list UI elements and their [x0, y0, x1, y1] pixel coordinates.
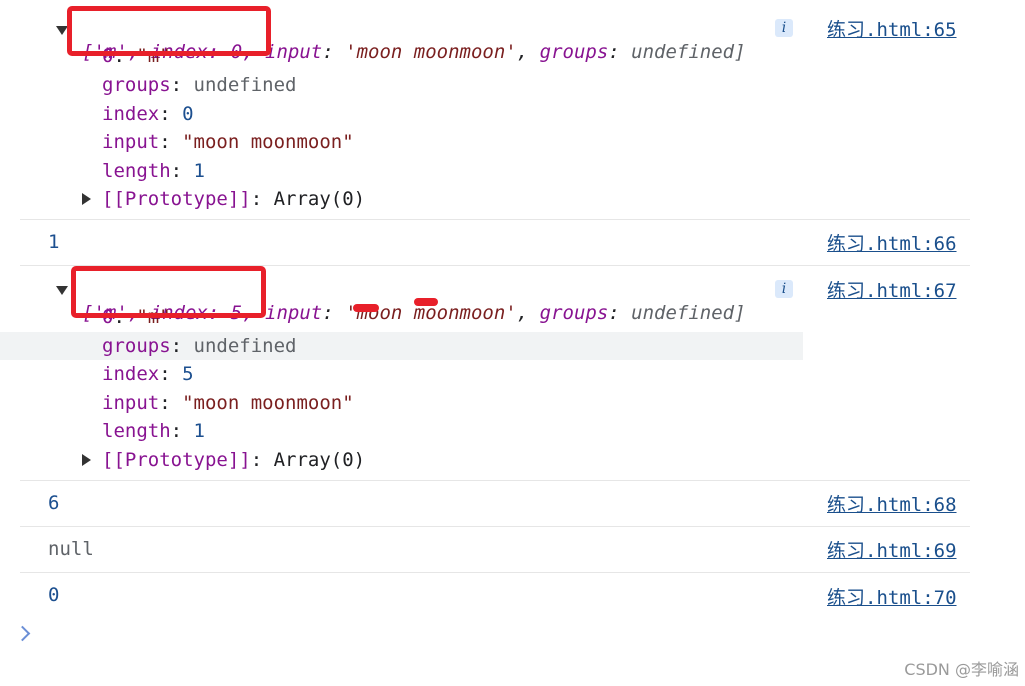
prop-key: index: [102, 103, 160, 125]
prop-row: index: 5: [102, 363, 194, 385]
prop-key: groups: [102, 335, 171, 357]
source-link[interactable]: 练习.html:66: [827, 232, 957, 256]
divider: [20, 526, 970, 527]
prop-row: length: 1: [102, 420, 205, 442]
prop-key: groups: [102, 74, 171, 96]
annotation-box: [71, 266, 266, 318]
prop-key: length: [102, 420, 171, 442]
annotation-underline: [353, 304, 379, 312]
summary-groups-value: undefined]: [631, 41, 746, 63]
prop-row: groups: undefined: [102, 335, 297, 357]
prop-key: length: [102, 160, 171, 182]
prop-row: input: "moon moonmoon": [102, 392, 354, 414]
log-value: 1: [48, 231, 60, 253]
summary-groups-key: groups: [539, 302, 609, 324]
divider: [20, 219, 970, 220]
info-icon[interactable]: i: [775, 280, 793, 298]
annotation-underline: [414, 298, 438, 306]
prop-key: input: [102, 131, 160, 153]
prop-key: input: [102, 392, 160, 414]
prop-value: 1: [193, 160, 205, 182]
summary-input-value: 'moon moonmoon': [345, 41, 517, 63]
watermark: CSDN @李喻涵: [904, 660, 1019, 679]
summary-input-key: input: [265, 41, 323, 63]
prop-value: 1: [193, 420, 205, 442]
source-link[interactable]: 练习.html:70: [827, 586, 957, 610]
expand-triangle-icon[interactable]: [82, 454, 91, 466]
prop-value: undefined: [193, 335, 297, 357]
log-value: 0: [48, 584, 60, 606]
prop-value: "moon moonmoon": [182, 392, 354, 414]
prototype-row[interactable]: [[Prototype]]: Array(0): [102, 448, 365, 472]
source-link[interactable]: 练习.html:65: [827, 18, 957, 42]
expand-triangle-icon[interactable]: [56, 286, 68, 295]
prop-row: groups: undefined: [102, 74, 297, 96]
summary-groups-key: groups: [539, 41, 609, 63]
source-link[interactable]: 练习.html:67: [827, 279, 957, 303]
prop-row: input: "moon moonmoon": [102, 131, 354, 153]
log-value: 6: [48, 492, 60, 514]
summary-groups-value: undefined]: [631, 302, 746, 324]
prop-value: undefined: [193, 74, 297, 96]
divider: [20, 480, 970, 481]
prototype-key: [[Prototype]]: [102, 188, 251, 210]
prop-value: 0: [182, 103, 194, 125]
summary-input-key: input: [265, 302, 323, 324]
prototype-key: [[Prototype]]: [102, 449, 251, 471]
console-prompt-chevron-icon[interactable]: [14, 625, 31, 642]
expand-triangle-icon[interactable]: [82, 193, 91, 205]
source-link[interactable]: 练习.html:69: [827, 539, 957, 563]
prop-value: "moon moonmoon": [182, 131, 354, 153]
prop-key: index: [102, 363, 160, 385]
prop-value: 5: [182, 363, 194, 385]
prototype-value: Array(0): [273, 188, 366, 210]
prop-row: length: 1: [102, 160, 205, 182]
info-icon[interactable]: i: [775, 19, 793, 37]
source-link[interactable]: 练习.html:68: [827, 493, 957, 517]
log-value: null: [48, 538, 94, 560]
divider: [20, 572, 970, 573]
prototype-row[interactable]: [[Prototype]]: Array(0): [102, 187, 365, 211]
prototype-value: Array(0): [273, 449, 366, 471]
annotation-box: [67, 6, 271, 56]
prop-row: index: 0: [102, 103, 194, 125]
